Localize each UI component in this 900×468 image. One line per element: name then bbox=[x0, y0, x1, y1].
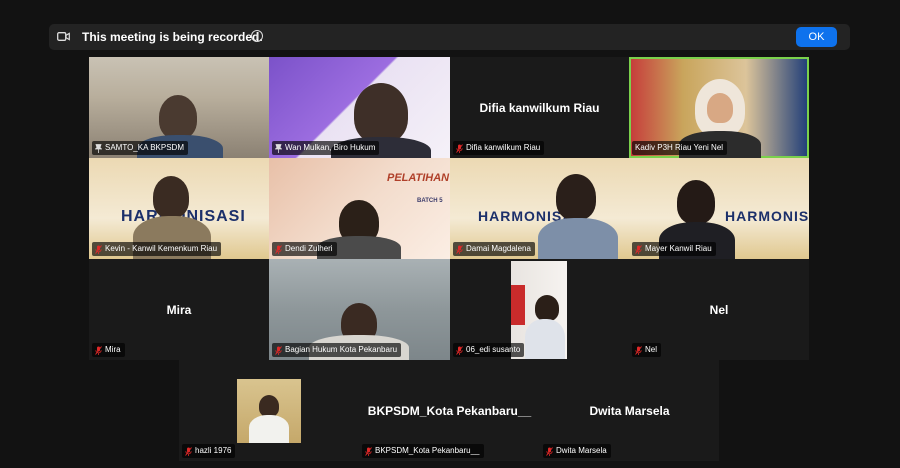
participant-video bbox=[237, 379, 301, 443]
participant-name: Kevin - Kanwil Kemenkum Riau bbox=[105, 244, 218, 253]
participant-name: Wan Mulkan, Biro Hukum bbox=[285, 143, 376, 152]
participant-tile[interactable]: Bagian Hukum Kota Pekanbaru bbox=[269, 259, 450, 360]
pin-icon bbox=[275, 143, 282, 153]
participant-face bbox=[535, 295, 559, 321]
participant-tile[interactable]: Wan Mulkan, Biro Hukum bbox=[269, 57, 450, 158]
participant-tile[interactable]: HARMONISASI Mayer Kanwil Riau bbox=[629, 158, 809, 259]
muted-mic-icon bbox=[456, 345, 463, 355]
participant-video bbox=[556, 174, 596, 220]
muted-mic-icon bbox=[456, 143, 463, 153]
participant-body bbox=[249, 415, 289, 443]
participant-label: hazli 1976 bbox=[182, 444, 236, 458]
muted-mic-icon bbox=[546, 446, 553, 456]
participant-name: Dwita Marsela bbox=[556, 446, 607, 455]
participant-name: Bagian Hukum Kota Pekanbaru bbox=[285, 345, 398, 354]
participant-tile[interactable]: Difia kanwilkum Riau Difia kanwilkum Ria… bbox=[450, 57, 629, 158]
participant-label: Dwita Marsela bbox=[543, 444, 611, 458]
participant-name: BKPSDM_Kota Pekanbaru__ bbox=[375, 446, 480, 455]
muted-mic-icon bbox=[365, 446, 372, 456]
participant-label: Wan Mulkan, Biro Hukum bbox=[272, 141, 380, 155]
muted-mic-icon bbox=[635, 345, 642, 355]
participant-tile[interactable]: 06_edi susanto bbox=[450, 259, 629, 360]
participant-tile[interactable]: BKPSDM_Kota Pekanbaru__ BKPSDM_Kota Peka… bbox=[359, 360, 540, 461]
recording-message: This meeting is being recorded. bbox=[82, 30, 263, 44]
participant-label: Difia kanwilkum Riau bbox=[453, 141, 545, 155]
muted-mic-icon bbox=[275, 345, 282, 355]
muted-mic-icon bbox=[275, 244, 282, 254]
participant-tile[interactable]: hazli 1976 bbox=[179, 360, 359, 461]
pin-icon bbox=[95, 143, 102, 153]
muted-mic-icon bbox=[95, 345, 102, 355]
participant-label: Kadiv P3H Riau Yeni Nel bbox=[632, 141, 728, 155]
participant-name: hazli 1976 bbox=[195, 446, 232, 455]
participant-display-name: Nel bbox=[709, 302, 729, 317]
participant-name: Difia kanwilkum Riau bbox=[466, 143, 541, 152]
slide-batch: BATCH 5 bbox=[417, 198, 443, 204]
participant-video bbox=[354, 83, 408, 143]
slide-title: PELATIHAN bbox=[387, 172, 450, 184]
participant-label: Mayer Kanwil Riau bbox=[632, 242, 716, 256]
participant-display-name: Dwita Marsela bbox=[589, 403, 670, 418]
muted-mic-icon bbox=[635, 244, 642, 254]
participant-display-name: Mira bbox=[166, 302, 192, 317]
participant-name: Dendi Zulheri bbox=[285, 244, 333, 253]
ok-button[interactable]: OK bbox=[796, 27, 837, 47]
video-camera-icon bbox=[57, 32, 70, 41]
participant-label: SAMTO_KA BKPSDM bbox=[92, 141, 188, 155]
participant-name: Mira bbox=[105, 345, 121, 354]
participant-name: Kadiv P3H Riau Yeni Nel bbox=[635, 143, 724, 152]
participant-face bbox=[259, 395, 279, 417]
participant-tile[interactable]: HARMONISASI Damai Magdalena bbox=[450, 158, 629, 259]
participant-tile[interactable]: PELATIHAN BATCH 5 Dendi Zulheri bbox=[269, 158, 450, 259]
participant-display-name: BKPSDM_Kota Pekanbaru__ bbox=[367, 403, 532, 418]
participant-tile[interactable]: Mira Mira bbox=[89, 259, 269, 360]
participant-label: BKPSDM_Kota Pekanbaru__ bbox=[362, 444, 484, 458]
participant-face bbox=[707, 93, 733, 123]
participant-label: Kevin - Kanwil Kemenkum Riau bbox=[92, 242, 222, 256]
participant-body bbox=[525, 319, 565, 359]
participant-label: Nel bbox=[632, 343, 662, 357]
participant-video bbox=[153, 176, 189, 218]
participant-label: Damai Magdalena bbox=[453, 242, 535, 256]
participant-label: 06_edi susanto bbox=[453, 343, 525, 357]
muted-mic-icon bbox=[185, 446, 192, 456]
participant-name: Damai Magdalena bbox=[466, 244, 531, 253]
participant-tile[interactable]: HARMONISASI Kevin - Kanwil Kemenkum Riau bbox=[89, 158, 269, 259]
participant-tile[interactable]: SAMTO_KA BKPSDM bbox=[89, 57, 269, 158]
participant-video bbox=[677, 180, 715, 224]
recording-banner: This meeting is being recorded. i OK bbox=[49, 24, 850, 50]
muted-mic-icon bbox=[95, 244, 102, 254]
muted-mic-icon bbox=[456, 244, 463, 254]
participant-tile[interactable]: Dwita Marsela Dwita Marsela bbox=[540, 360, 719, 461]
info-icon[interactable]: i bbox=[251, 30, 263, 42]
participant-label: Mira bbox=[92, 343, 125, 357]
participant-name: Mayer Kanwil Riau bbox=[645, 244, 712, 253]
participant-name: Nel bbox=[645, 345, 658, 354]
participant-display-name: Difia kanwilkum Riau bbox=[479, 100, 600, 115]
participant-label: Dendi Zulheri bbox=[272, 242, 337, 256]
participant-tile[interactable]: Nel Nel bbox=[629, 259, 809, 360]
participant-tile-active-speaker[interactable]: Kadiv P3H Riau Yeni Nel bbox=[629, 57, 809, 158]
participant-name: SAMTO_KA BKPSDM bbox=[105, 143, 184, 152]
participant-name: 06_edi susanto bbox=[466, 345, 521, 354]
slide-background-text: HARMONISASI bbox=[725, 208, 809, 224]
participant-body bbox=[538, 218, 618, 259]
participant-label: Bagian Hukum Kota Pekanbaru bbox=[272, 343, 402, 357]
participant-video bbox=[159, 95, 197, 139]
